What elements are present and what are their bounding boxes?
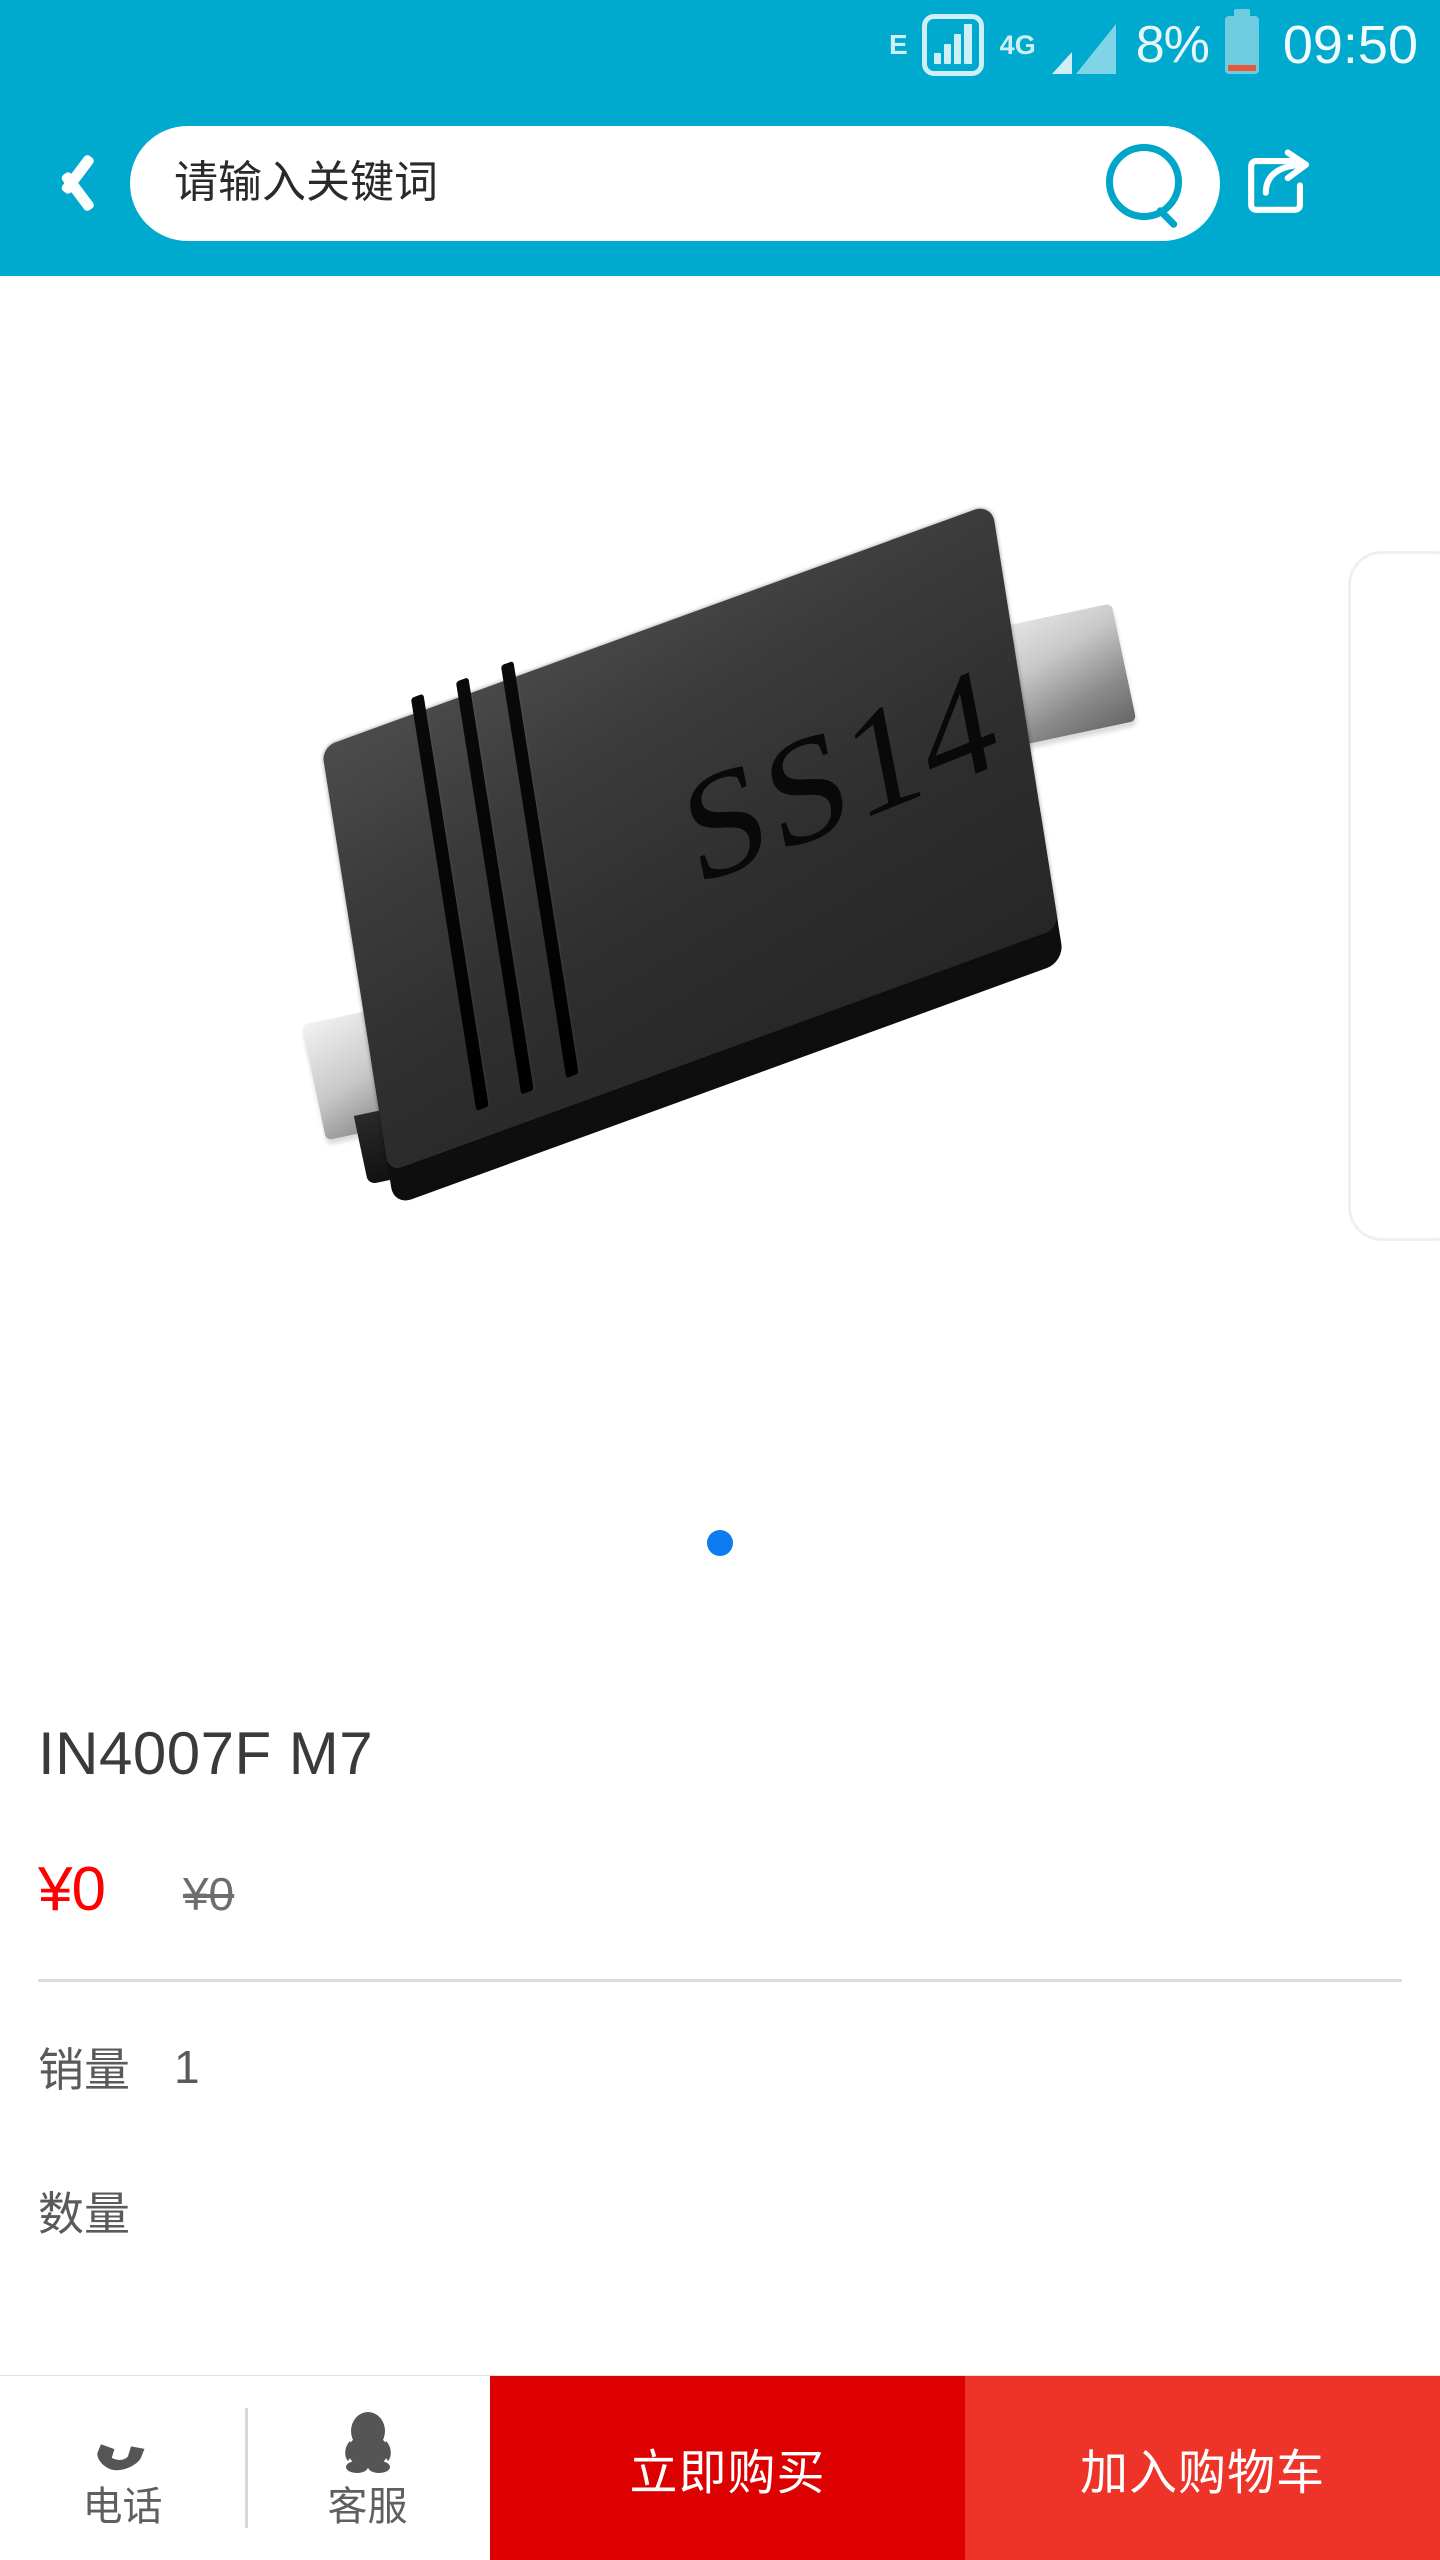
status-bar: E 4G 8% 09:50 [0,0,1440,90]
product-info: IN4007F M7 ¥0 ¥0 销量 1 数量 [0,1716,1440,2244]
sales-row: 销量 1 [0,2034,1440,2100]
battery-icon [1224,9,1259,74]
customer-service-label: 客服 [327,2485,408,2529]
product-image-gallery[interactable]: SS14 [0,276,1440,1716]
product-image[interactable]: SS14 [0,276,1440,1546]
app-header [0,90,1440,276]
back-chevron-icon [45,148,85,218]
buy-now-button[interactable]: 立即购买 [490,2376,965,2560]
sales-value: 1 [174,2041,200,2093]
back-button[interactable] [0,90,130,276]
quantity-label: 数量 [38,2188,130,2240]
carousel-indicator [0,1530,1440,1556]
price-row: ¥0 ¥0 [0,1792,1440,1925]
search-input[interactable] [174,158,1104,208]
customer-service-button[interactable]: 客服 [245,2376,490,2560]
network-type-label: 4G [999,29,1036,60]
bottom-action-bar: 电话 客服 立即购买 加入购物车 [0,2376,1440,2560]
network-edge-label: E [888,29,908,60]
phone-label: 电话 [82,2485,163,2529]
phone-icon [85,2405,161,2475]
signal-bars-boxed-icon [921,14,984,76]
search-bar[interactable] [130,125,1220,241]
product-detail-screen: E 4G 8% 09:50 请输入关键词 SS14 IN4007F M7 ¥0 … [0,0,1440,2560]
search-icon[interactable] [1104,142,1186,224]
carousel-dot[interactable] [707,1530,733,1556]
qq-penguin-icon [330,2405,406,2475]
signal-bars-icon [1051,16,1122,74]
sales-label: 销量 [38,2044,130,2096]
battery-percent-label: 8% [1135,16,1210,74]
current-price: ¥0 [38,1855,106,1924]
share-button[interactable] [1220,90,1335,276]
share-icon [1247,149,1309,213]
original-price: ¥0 [182,1868,235,1920]
clock-label: 09:50 [1282,15,1418,75]
diode-illustration: SS14 [263,503,1176,1301]
add-to-cart-button[interactable]: 加入购物车 [965,2376,1440,2560]
section-divider [38,1979,1402,1982]
phone-button[interactable]: 电话 [0,2376,245,2560]
page-title: IN4007F M7 [38,1720,374,1787]
quantity-row: 数量 [0,2178,1440,2244]
